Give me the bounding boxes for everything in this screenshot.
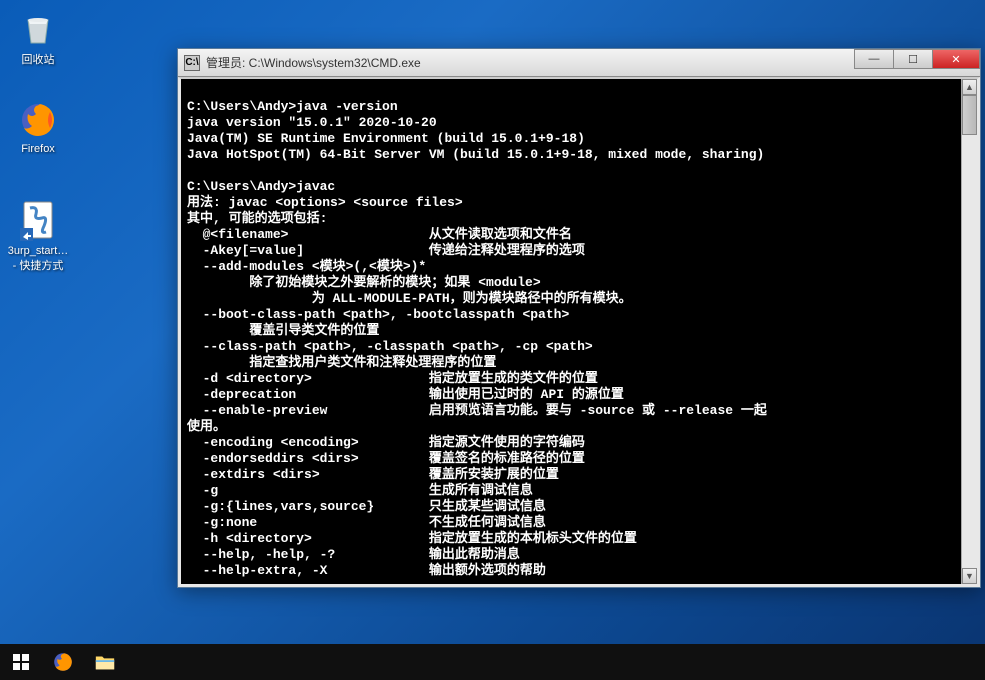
scroll-thumb[interactable] xyxy=(962,95,977,135)
taskbar xyxy=(0,644,985,680)
cmd-icon: C:\ xyxy=(184,55,200,71)
maximize-button[interactable]: ☐ xyxy=(893,49,933,69)
title-bar[interactable]: C:\ 管理员: C:\Windows\system32\CMD.exe — ☐… xyxy=(178,49,980,77)
start-button[interactable] xyxy=(0,644,42,680)
close-button[interactable]: ✕ xyxy=(932,49,980,69)
window-title: 管理员: C:\Windows\system32\CMD.exe xyxy=(206,54,855,71)
scroll-down-button[interactable]: ▼ xyxy=(962,568,977,584)
windows-icon xyxy=(13,654,29,670)
desktop-icon-label: Firefox xyxy=(21,143,55,155)
desktop-icon-recycle-bin[interactable]: 回收站 xyxy=(3,8,73,67)
minimize-button[interactable]: — xyxy=(854,49,894,69)
firefox-icon xyxy=(18,100,58,140)
cmd-window: C:\ 管理员: C:\Windows\system32\CMD.exe — ☐… xyxy=(177,48,981,588)
terminal-body[interactable]: C:\Users\Andy>java -version java version… xyxy=(178,77,980,587)
desktop-icon-burp-shortcut[interactable]: 3urp_start… - 快捷方式 xyxy=(3,202,73,273)
terminal-output: C:\Users\Andy>java -version java version… xyxy=(187,83,973,579)
recycle-bin-icon xyxy=(18,8,58,48)
taskbar-file-explorer[interactable] xyxy=(84,644,126,680)
desktop-icon-firefox[interactable]: Firefox xyxy=(3,100,73,155)
taskbar-firefox[interactable] xyxy=(42,644,84,680)
scroll-up-button[interactable]: ▲ xyxy=(962,79,977,95)
firefox-icon xyxy=(52,651,74,673)
desktop-icon-label: 回收站 xyxy=(22,51,55,67)
scrollbar-vertical[interactable]: ▲ ▼ xyxy=(961,79,977,584)
script-icon xyxy=(18,202,58,242)
folder-icon xyxy=(94,651,116,673)
desktop-icon-label: 3urp_start… - 快捷方式 xyxy=(8,245,69,273)
